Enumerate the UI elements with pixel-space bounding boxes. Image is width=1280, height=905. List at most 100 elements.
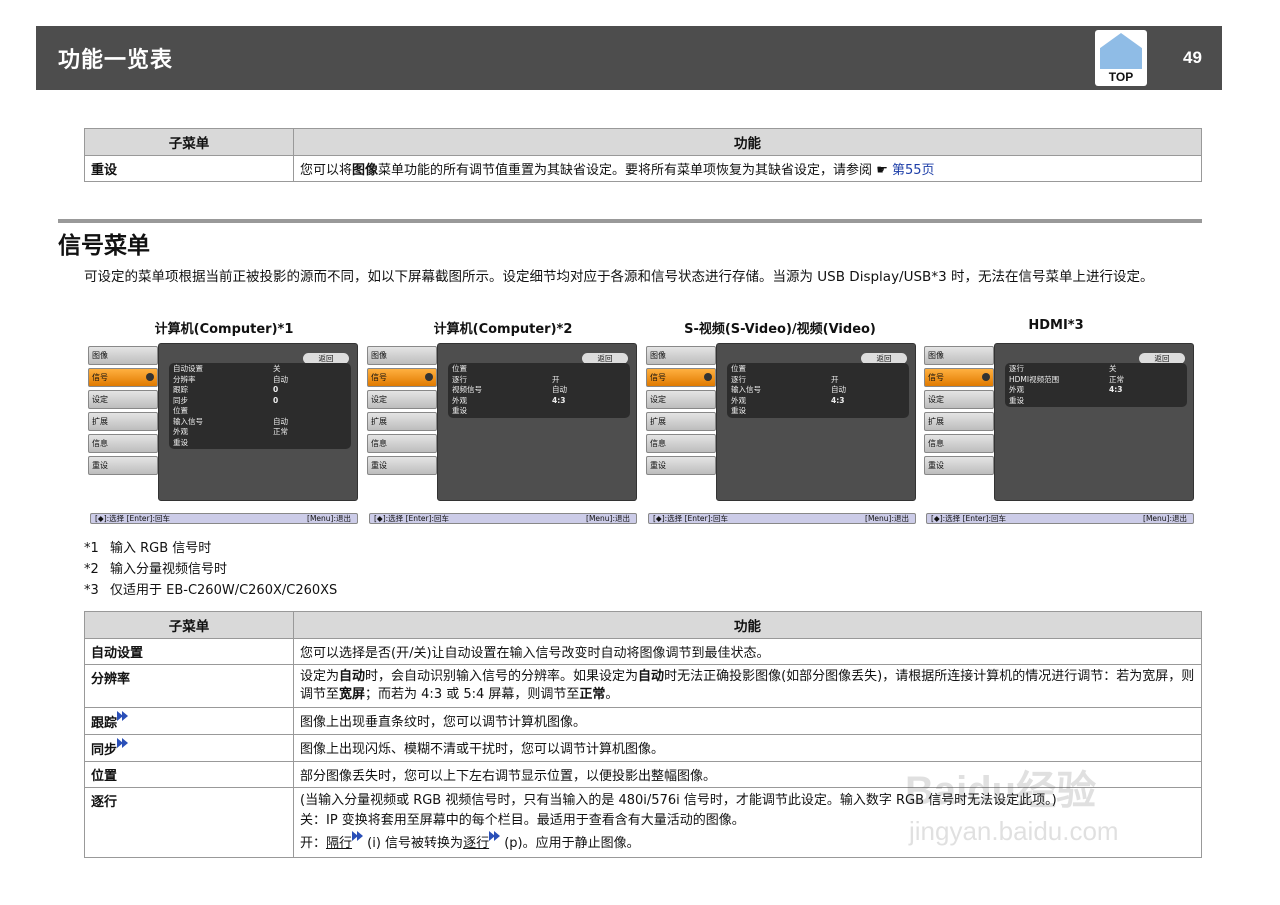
- menu-status-bar: [◆]:选择 [Enter]:回车 [Menu]:退出: [90, 513, 358, 524]
- menu-tab[interactable]: 图像: [646, 346, 716, 365]
- projector-menu-tabs: 图像信号设定扩展信息重设: [646, 346, 716, 478]
- glossary-arrow-icon[interactable]: [122, 711, 129, 721]
- menu-tab[interactable]: 重设: [88, 456, 158, 475]
- screen-caption: 计算机(Computer)*1: [154, 322, 294, 337]
- row-value: 自动: [273, 416, 288, 426]
- table-row: 位置 部分图像丢失时，您可以上下左右调节显示位置，以便投影出整幅图像。: [84, 761, 1202, 788]
- menu-tab[interactable]: 信息: [367, 434, 437, 453]
- submenu-row[interactable]: 逐行 开: [448, 375, 630, 386]
- col-header-submenu: 子菜单: [84, 128, 294, 156]
- table-row: 逐行 (当输入分量视频或 RGB 视频信号时，只有当输入的是 480i/576i…: [84, 787, 1202, 858]
- row-value: 开: [552, 374, 560, 384]
- menu-tab[interactable]: 扩展: [924, 412, 994, 431]
- submenu-row[interactable]: 位置: [448, 364, 630, 375]
- menu-tab[interactable]: 图像: [88, 346, 158, 365]
- menu-tab[interactable]: 重设: [646, 456, 716, 475]
- desc-bold: 宽屏: [339, 687, 366, 702]
- menu-tab[interactable]: 信号: [367, 368, 437, 387]
- menu-tab[interactable]: 信号: [646, 368, 716, 387]
- submenu-row[interactable]: 重设: [727, 406, 909, 417]
- row-value: 关: [1109, 364, 1117, 373]
- menu-tab[interactable]: 重设: [924, 456, 994, 475]
- menu-tab[interactable]: 设定: [646, 390, 716, 409]
- menu-tab[interactable]: 扩展: [367, 412, 437, 431]
- submenu-row[interactable]: 视频信号 自动: [448, 385, 630, 396]
- row-label: 位置: [173, 406, 188, 415]
- top-button[interactable]: TOP: [1095, 30, 1147, 86]
- menu-tab[interactable]: 设定: [367, 390, 437, 409]
- page-link[interactable]: 第55页: [892, 163, 935, 178]
- row-label: 视频信号: [452, 385, 482, 394]
- glossary-arrow-icon[interactable]: [122, 738, 129, 748]
- menu-tab[interactable]: 图像: [367, 346, 437, 365]
- menu-tab[interactable]: 信号: [924, 368, 994, 387]
- status-left: [◆]:选择 [Enter]:回车: [374, 514, 450, 523]
- row-value: 4:3: [831, 395, 845, 405]
- status-right: [Menu]:退出: [1143, 514, 1187, 523]
- submenu-row[interactable]: 外观 4:3: [448, 396, 630, 407]
- desc-text: 开：: [300, 836, 327, 851]
- desc-bold: 图像: [352, 163, 379, 178]
- page-header: 功能一览表 TOP 49: [36, 26, 1222, 90]
- row-value: 4:3: [1109, 385, 1123, 394]
- submenu-row[interactable]: 同步 0: [169, 396, 351, 407]
- submenu-row[interactable]: 外观 正常: [169, 427, 351, 438]
- submenu-name: 位置: [84, 761, 294, 788]
- menu-tab[interactable]: 信息: [646, 434, 716, 453]
- submenu-row[interactable]: 重设: [169, 438, 351, 449]
- screen-caption: HDMI*3: [1028, 318, 1084, 333]
- menu-tab[interactable]: 扩展: [646, 412, 716, 431]
- menu-tab[interactable]: 信息: [924, 434, 994, 453]
- function-description: 图像上出现闪烁、模糊不清或干扰时，您可以调节计算机图像。: [293, 734, 1202, 762]
- submenu-row[interactable]: 逐行 开: [727, 375, 909, 386]
- status-left: [◆]:选择 [Enter]:回车: [653, 514, 729, 523]
- menu-status-bar: [◆]:选择 [Enter]:回车 [Menu]:退出: [926, 513, 1194, 524]
- submenu-row[interactable]: 跟踪 0: [169, 385, 351, 396]
- footnote: *3 仅适用于 EB-C260W/C260X/C260XS: [84, 579, 337, 598]
- submenu-row[interactable]: 输入信号 自动: [727, 385, 909, 396]
- menu-status-bar: [◆]:选择 [Enter]:回车 [Menu]:退出: [369, 513, 637, 524]
- submenu-list: 自动设置关分辨率 自动 跟踪 0 同步 0 位置 输入信号 自动 外观 正常 重设: [169, 363, 351, 449]
- home-icon: [1100, 33, 1142, 69]
- menu-tab[interactable]: 图像: [924, 346, 994, 365]
- menu-tab[interactable]: 重设: [367, 456, 437, 475]
- submenu-row[interactable]: 重设: [1005, 396, 1187, 407]
- footnote-mark: *3: [84, 583, 99, 598]
- row-value: 自动: [552, 385, 567, 394]
- submenu-name: 跟踪: [84, 707, 294, 735]
- col-header-function: 功能: [293, 128, 1202, 156]
- signal-menu-table: 子菜单 功能 自动设置 您可以选择是否(开/关)让自动设置在输入信号改变时自动将…: [84, 611, 1202, 858]
- submenu-row[interactable]: 自动设置 关: [169, 364, 351, 375]
- row-label: 重设: [1009, 395, 1024, 405]
- submenu-row[interactable]: 外观 4:3: [1005, 385, 1187, 396]
- progressive-link[interactable]: 逐行: [463, 836, 489, 851]
- function-description: 设定为自动时，会自动识别输入信号的分辨率。如果设定为自动时无法正确投影图像(如部…: [293, 664, 1202, 708]
- desc-text: 菜单功能的所有调节值重置为其缺省设定。要将所有菜单项恢复为其缺省设定，请参阅: [378, 163, 873, 178]
- status-right: [Menu]:退出: [865, 514, 909, 523]
- menu-tab[interactable]: 信息: [88, 434, 158, 453]
- menu-screenshot: 图像 信号 设定 扩展 信息 重设 返回 自动设置关分辨率 自动 跟踪 0 同步 0 位置 输入信号 自动 外观…: [88, 343, 358, 526]
- menu-tab[interactable]: 信号: [88, 368, 158, 387]
- submenu-row[interactable]: 输入信号 自动: [169, 417, 351, 428]
- submenu-row[interactable]: 位置: [727, 364, 909, 375]
- submenu-row[interactable]: 逐行 关: [1005, 364, 1187, 375]
- submenu-row[interactable]: 重设: [448, 406, 630, 417]
- row-label: 自动设置: [173, 364, 203, 373]
- submenu-row[interactable]: HDMI视频范围 正常: [1005, 375, 1187, 386]
- row-label: 输入信号: [173, 416, 203, 426]
- interlace-link[interactable]: 隔行: [326, 836, 352, 851]
- desc-text: 您可以将: [300, 163, 353, 178]
- menu-tab[interactable]: 扩展: [88, 412, 158, 431]
- function-description: (当输入分量视频或 RGB 视频信号时，只有当输入的是 480i/576i 信号…: [293, 787, 1202, 858]
- menu-tab[interactable]: 设定: [924, 390, 994, 409]
- row-label: HDMI视频范围: [1009, 374, 1060, 384]
- row-label: 跟踪: [173, 385, 188, 394]
- menu-tab[interactable]: 设定: [88, 390, 158, 409]
- row-label: 外观: [452, 395, 467, 405]
- table-header-row: 子菜单 功能: [84, 128, 1202, 156]
- submenu-row[interactable]: 外观 4:3: [727, 396, 909, 407]
- top-label: TOP: [1108, 70, 1134, 84]
- col-header-function: 功能: [293, 611, 1202, 639]
- submenu-row[interactable]: 分辨率 自动: [169, 375, 351, 386]
- submenu-row[interactable]: 位置: [169, 406, 351, 417]
